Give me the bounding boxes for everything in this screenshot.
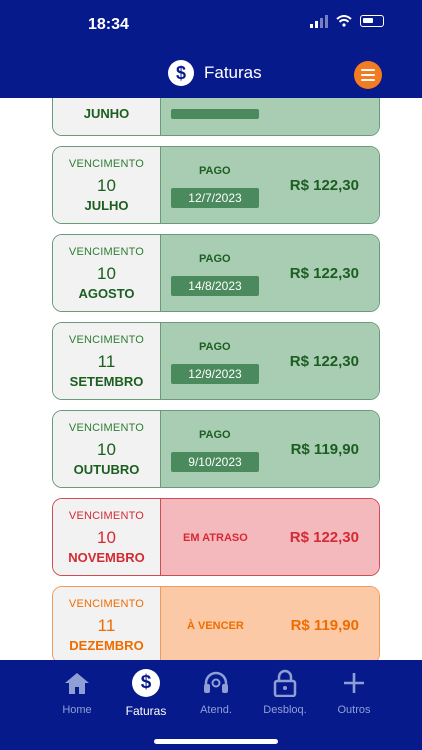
invoice-amount: R$ 122,30 (289, 177, 359, 194)
invoice-due-label: VENCIMENTO (68, 245, 145, 258)
invoice-status-section: À VENCER R$ 119,90 (161, 587, 379, 660)
page-title-group: $ Faturas (168, 60, 262, 86)
battery-icon (360, 15, 384, 27)
invoice-amount: R$ 119,90 (290, 617, 359, 634)
invoice-due-day: 10 (97, 527, 116, 547)
status-icons (310, 14, 384, 28)
tab-label: Outros (337, 704, 371, 716)
invoice-list-container[interactable]: JUNHO VENCIMENTO 10 JULHO PAGO 12/7/2023… (0, 98, 422, 660)
invoice-card[interactable]: VENCIMENTO 10 AGOSTO PAGO 14/8/2023 R$ 1… (52, 234, 380, 312)
app-header: $ Faturas (0, 50, 422, 98)
tab-home[interactable]: Home (42, 668, 112, 716)
tab-outros[interactable]: Outros (319, 668, 389, 716)
cellular-signal-icon (310, 14, 328, 28)
invoice-card[interactable]: VENCIMENTO 11 DEZEMBRO À VENCER R$ 119,9… (52, 586, 380, 660)
headset-icon (202, 668, 230, 698)
dollar-icon: $ (168, 60, 194, 86)
invoice-status: EM ATRASO (183, 532, 248, 544)
invoice-card[interactable]: VENCIMENTO 11 SETEMBRO PAGO 12/9/2023 R$… (52, 322, 380, 400)
invoice-amount: R$ 119,90 (290, 441, 359, 458)
page-title: Faturas (204, 63, 262, 82)
invoice-status-section: PAGO 12/7/2023 R$ 122,30 (161, 147, 379, 223)
invoice-paid-date: 12/9/2023 (171, 364, 259, 384)
hamburger-menu-icon (361, 69, 375, 71)
dollar-icon: $ (132, 668, 160, 698)
invoice-status: PAGO (199, 253, 231, 265)
invoice-due-label: VENCIMENTO (68, 333, 145, 346)
tab-desbloq[interactable]: Desbloq. (250, 668, 320, 716)
invoice-due-day: 10 (97, 439, 116, 459)
invoice-paid-date: 9/10/2023 (171, 452, 259, 472)
home-indicator (154, 739, 278, 744)
invoice-due-day: 11 (97, 615, 116, 635)
invoice-due-day: 10 (97, 175, 116, 195)
invoice-status-section: PAGO 14/8/2023 R$ 122,30 (161, 235, 379, 311)
status-time: 18:34 (88, 16, 129, 33)
menu-button[interactable] (354, 61, 382, 89)
invoice-paid-date-partial (171, 109, 259, 119)
invoice-due-section: VENCIMENTO 11 SETEMBRO (53, 323, 161, 399)
invoice-card[interactable]: VENCIMENTO 10 JULHO PAGO 12/7/2023 R$ 12… (52, 146, 380, 224)
home-icon (64, 668, 90, 698)
invoice-amount: R$ 122,30 (289, 529, 359, 546)
invoice-due-month: AGOSTO (78, 285, 135, 301)
invoice-due-section: VENCIMENTO 10 AGOSTO (53, 235, 161, 311)
invoice-due-section: VENCIMENTO 10 JULHO (53, 147, 161, 223)
invoice-amount: R$ 122,30 (289, 353, 359, 370)
invoice-card-partial[interactable]: JUNHO (52, 98, 380, 136)
invoice-due-label: VENCIMENTO (68, 509, 145, 522)
invoice-amount: R$ 122,30 (289, 265, 359, 282)
invoice-status: PAGO (199, 429, 231, 441)
tab-label: Home (62, 704, 92, 716)
tab-label: Faturas (125, 704, 167, 718)
bottom-tab-bar: Home $ Faturas Atend. Desbloq. Outros (0, 660, 422, 750)
tab-faturas[interactable]: $ Faturas (111, 668, 181, 718)
status-bar: 18:34 (0, 0, 422, 50)
invoice-status: PAGO (199, 341, 231, 353)
invoice-due-section: VENCIMENTO 11 DEZEMBRO (53, 587, 161, 660)
invoice-due-day: 10 (97, 263, 116, 283)
invoice-due-day: 11 (97, 351, 116, 371)
invoice-status-section: EM ATRASO R$ 122,30 (161, 499, 379, 575)
invoice-due-section: VENCIMENTO 10 NOVEMBRO (53, 499, 161, 575)
invoice-month: JUNHO (83, 106, 130, 121)
invoice-due-month: DEZEMBRO (69, 637, 144, 653)
invoice-due-month: JULHO (84, 197, 129, 213)
tab-label: Desbloq. (263, 704, 307, 716)
invoice-due-section: VENCIMENTO 10 OUTUBRO (53, 411, 161, 487)
invoice-paid-date: 12/7/2023 (171, 188, 259, 208)
invoice-due-label: VENCIMENTO (68, 597, 145, 610)
invoice-card[interactable]: VENCIMENTO 10 OUTUBRO PAGO 9/10/2023 R$ … (52, 410, 380, 488)
invoice-due-month: NOVEMBRO (68, 549, 145, 565)
unlock-icon (273, 668, 297, 698)
tab-label: Atend. (200, 704, 232, 716)
invoice-status: À VENCER (187, 620, 244, 632)
invoice-status: PAGO (199, 165, 231, 177)
invoice-due-month: OUTUBRO (73, 461, 140, 477)
invoice-due-month: SETEMBRO (69, 373, 144, 389)
wifi-icon (336, 15, 352, 27)
invoice-status-section: PAGO 9/10/2023 R$ 119,90 (161, 411, 379, 487)
invoice-list: JUNHO VENCIMENTO 10 JULHO PAGO 12/7/2023… (52, 98, 380, 660)
invoice-status-section: PAGO 12/9/2023 R$ 122,30 (161, 323, 379, 399)
plus-icon (343, 668, 365, 698)
invoice-due-label: VENCIMENTO (68, 157, 145, 170)
invoice-due-label: VENCIMENTO (68, 421, 145, 434)
invoice-card[interactable]: VENCIMENTO 10 NOVEMBRO EM ATRASO R$ 122,… (52, 498, 380, 576)
tab-atend[interactable]: Atend. (181, 668, 251, 716)
invoice-paid-date: 14/8/2023 (171, 276, 259, 296)
